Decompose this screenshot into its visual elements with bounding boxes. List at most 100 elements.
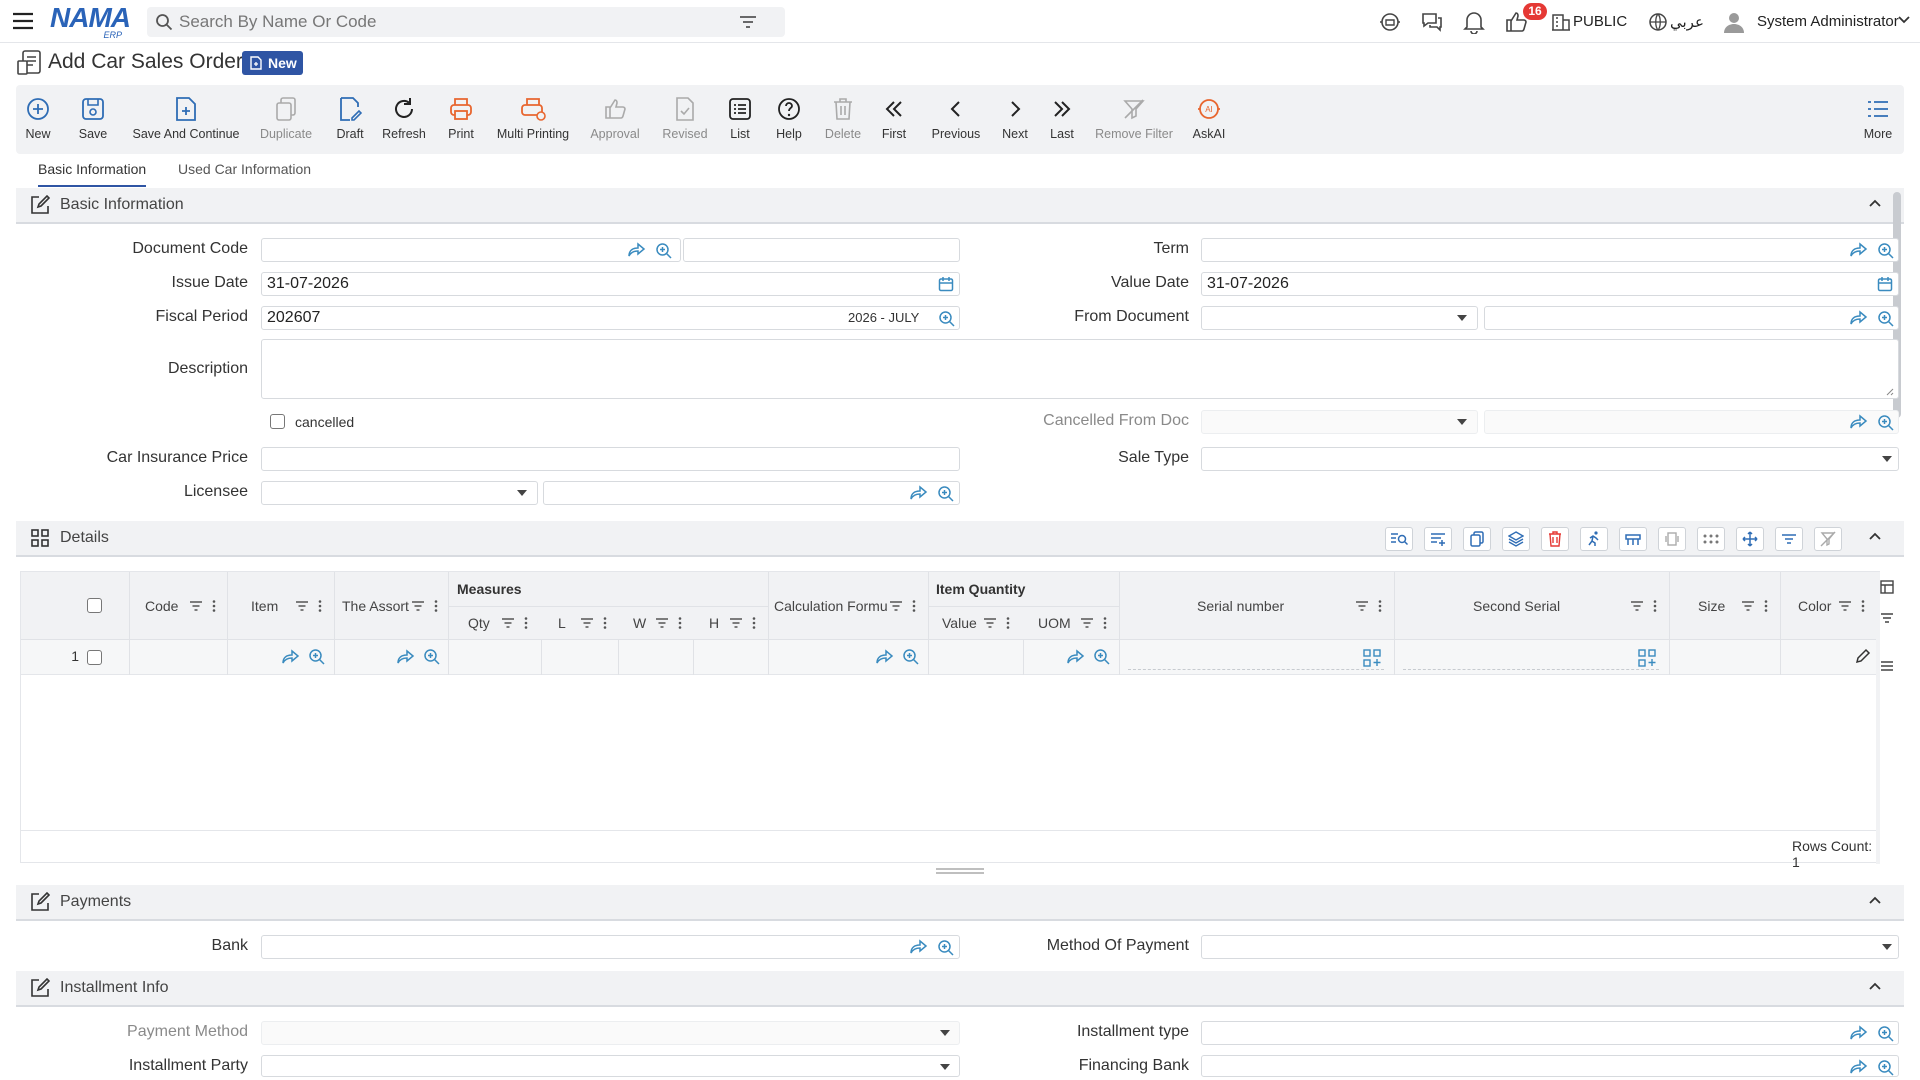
issue-date-input[interactable]: 31-07-2026 (261, 272, 960, 296)
column-filter-icon[interactable] (1741, 600, 1769, 612)
share-icon[interactable] (628, 242, 646, 258)
column-filter-icon[interactable] (411, 600, 439, 612)
layers-button[interactable] (1502, 527, 1530, 551)
previous-button[interactable]: Previous (928, 85, 984, 154)
column-header-item[interactable]: Item (251, 598, 278, 614)
value-date-input[interactable]: 31-07-2026 (1201, 272, 1899, 296)
select-all-checkbox[interactable] (87, 598, 102, 613)
hamburger-menu-icon[interactable] (12, 11, 34, 31)
basic-information-header[interactable]: Basic Information (16, 188, 1904, 224)
column-header-h[interactable]: H (709, 615, 719, 631)
description-textarea[interactable] (261, 339, 1899, 399)
help-button[interactable]: Help (774, 85, 804, 154)
delete-button[interactable]: Delete (822, 85, 864, 154)
bell-icon[interactable] (1460, 8, 1488, 36)
language-switch[interactable]: عربي (1670, 13, 1704, 31)
remove-filter-button[interactable]: Remove Filter (1094, 85, 1174, 154)
financing-bank-input[interactable] (1201, 1055, 1899, 1077)
move-button[interactable] (1736, 527, 1764, 551)
column-header-color[interactable]: Color (1798, 598, 1831, 614)
column-header-qty[interactable]: Qty (468, 615, 490, 631)
filter-button[interactable] (1775, 527, 1803, 551)
duplicate-button[interactable]: Duplicate (257, 85, 315, 154)
resize-handle-icon[interactable] (1884, 386, 1894, 396)
draft-button[interactable]: Draft (331, 85, 369, 154)
column-header-l[interactable]: L (558, 615, 566, 631)
share-icon[interactable] (1067, 649, 1085, 665)
column-filter-icon[interactable] (655, 617, 683, 629)
lookup-search-icon[interactable] (938, 310, 956, 328)
share-icon[interactable] (1850, 1059, 1868, 1075)
column-header-value[interactable]: Value (942, 615, 977, 631)
share-icon[interactable] (1850, 242, 1868, 258)
column-filter-icon[interactable] (1355, 600, 1383, 612)
lookup-search-icon[interactable] (308, 648, 326, 666)
column-header-size[interactable]: Size (1698, 598, 1725, 614)
expand-columns-button[interactable] (1658, 527, 1686, 551)
share-icon[interactable] (910, 939, 928, 955)
column-header-serial-number[interactable]: Serial number (1197, 598, 1284, 614)
multi-printing-button[interactable]: Multi Printing (495, 85, 571, 154)
column-header-uom[interactable]: UOM (1038, 615, 1071, 631)
column-filter-icon[interactable] (295, 600, 323, 612)
list-button[interactable]: List (726, 85, 754, 154)
chevron-up-icon[interactable] (1868, 981, 1882, 991)
first-button[interactable]: First (880, 85, 908, 154)
grid-search-button[interactable] (1385, 527, 1413, 551)
lookup-search-icon[interactable] (1877, 1059, 1895, 1077)
columns-chooser-icon[interactable] (1880, 580, 1894, 594)
second-serial-cell[interactable] (1403, 645, 1659, 670)
serial-number-cell[interactable] (1128, 645, 1384, 670)
lookup-search-icon[interactable] (1877, 414, 1895, 432)
askai-button[interactable]: AI AskAI (1191, 85, 1227, 154)
resize-splitter-handle[interactable] (936, 868, 984, 874)
save-button[interactable]: Save (76, 85, 110, 154)
lookup-search-icon[interactable] (1877, 1025, 1895, 1043)
tab-basic-information[interactable]: Basic Information (38, 161, 147, 187)
approval-button[interactable]: Approval (588, 85, 642, 154)
column-filter-icon[interactable] (729, 617, 757, 629)
column-header-calculation-formula[interactable]: Calculation Formu (774, 598, 888, 614)
cancelled-checkbox[interactable] (270, 414, 285, 429)
cancelled-from-doc-type-select[interactable] (1201, 410, 1478, 434)
column-filter-icon[interactable] (983, 617, 1011, 629)
cancelled-from-doc-input[interactable] (1484, 410, 1899, 434)
from-document-input[interactable] (1484, 306, 1899, 330)
lookup-search-icon[interactable] (902, 648, 920, 666)
search-input[interactable] (179, 12, 739, 32)
licensee-type-select[interactable] (261, 481, 538, 505)
column-filter-icon[interactable] (1630, 600, 1658, 612)
column-header-code[interactable]: Code (145, 598, 178, 614)
copy-rows-button[interactable] (1463, 527, 1491, 551)
more-button[interactable]: More (1862, 85, 1894, 154)
column-filter-icon[interactable] (580, 617, 608, 629)
row-checkbox[interactable] (87, 650, 102, 665)
user-name[interactable]: System Administrator (1757, 13, 1899, 30)
share-icon[interactable] (876, 649, 894, 665)
column-filter-icon[interactable] (501, 617, 529, 629)
row-menu-icon[interactable] (1880, 660, 1894, 672)
chevron-up-icon[interactable] (1868, 198, 1882, 208)
refresh-button[interactable]: Refresh (379, 85, 429, 154)
payments-header[interactable]: Payments (16, 885, 1904, 921)
car-insurance-price-input[interactable] (261, 447, 960, 471)
share-icon[interactable] (397, 649, 415, 665)
installment-info-header[interactable]: Installment Info (16, 971, 1904, 1007)
installment-type-input[interactable] (1201, 1021, 1899, 1045)
calendar-icon[interactable] (938, 276, 954, 292)
lookup-search-icon[interactable] (423, 648, 441, 666)
print-button[interactable]: Print (446, 85, 476, 154)
search-filter-icon[interactable] (739, 15, 757, 29)
share-icon[interactable] (1850, 310, 1868, 326)
lookup-search-icon[interactable] (1877, 242, 1895, 260)
new-button[interactable]: New (22, 85, 54, 154)
save-and-continue-button[interactable]: Save And Continue (131, 85, 241, 154)
user-menu-chevron-down-icon[interactable] (1897, 15, 1911, 25)
run-action-button[interactable] (1580, 527, 1608, 551)
column-header-second-serial[interactable]: Second Serial (1473, 598, 1560, 614)
share-icon[interactable] (282, 649, 300, 665)
document-code-input[interactable] (261, 238, 681, 262)
clear-filter-button[interactable] (1814, 527, 1842, 551)
column-filter-icon[interactable] (189, 600, 217, 612)
branch-name[interactable]: PUBLIC (1573, 13, 1627, 30)
